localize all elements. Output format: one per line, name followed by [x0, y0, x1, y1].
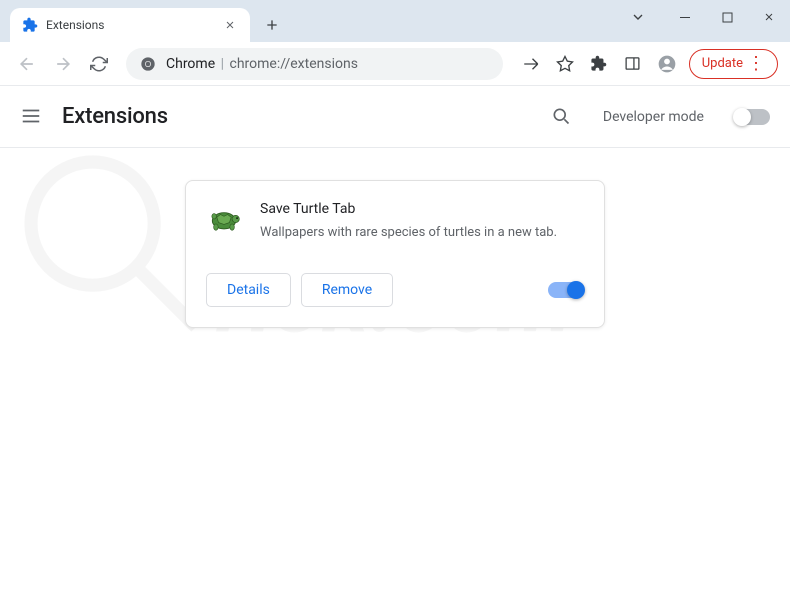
update-button[interactable]: Update ⋮ — [689, 49, 778, 79]
profile-icon[interactable] — [651, 48, 683, 80]
back-button[interactable] — [12, 49, 42, 79]
tab-title: Extensions — [46, 18, 214, 32]
toolbar-right: Update ⋮ — [515, 48, 778, 80]
extensions-content: Save Turtle Tab Wallpapers with rare spe… — [0, 148, 790, 360]
extension-info: Save Turtle Tab Wallpapers with rare spe… — [260, 201, 584, 243]
developer-mode-label: Developer mode — [603, 109, 704, 125]
toggle-knob — [567, 281, 585, 299]
extension-card: Save Turtle Tab Wallpapers with rare spe… — [185, 180, 605, 328]
chrome-logo-icon — [140, 56, 156, 72]
details-button[interactable]: Details — [206, 273, 291, 307]
share-icon[interactable] — [515, 48, 547, 80]
side-panel-icon[interactable] — [617, 48, 649, 80]
developer-mode-toggle[interactable] — [734, 109, 770, 125]
chevron-down-icon[interactable] — [622, 1, 654, 33]
browser-tab[interactable]: Extensions — [10, 8, 250, 42]
extension-enable-toggle[interactable] — [548, 282, 584, 298]
reload-button[interactable] — [84, 49, 114, 79]
browser-toolbar: Chrome | chrome://extensions Update ⋮ — [0, 42, 790, 86]
new-tab-button[interactable] — [258, 11, 286, 39]
card-actions: Details Remove — [186, 259, 604, 327]
close-window-button[interactable] — [748, 0, 790, 34]
forward-button[interactable] — [48, 49, 78, 79]
extension-description: Wallpapers with rare species of turtles … — [260, 223, 584, 243]
minimize-button[interactable] — [664, 0, 706, 34]
extensions-header: Extensions Developer mode — [0, 86, 790, 148]
search-icon[interactable] — [551, 106, 573, 128]
star-icon[interactable] — [549, 48, 581, 80]
menu-icon[interactable] — [20, 105, 44, 129]
omnibox-text: Chrome | chrome://extensions — [166, 56, 358, 72]
extension-name: Save Turtle Tab — [260, 201, 584, 217]
menu-dots-icon: ⋮ — [747, 55, 765, 73]
maximize-button[interactable] — [706, 0, 748, 34]
remove-button[interactable]: Remove — [301, 273, 393, 307]
puzzle-piece-icon — [22, 17, 38, 33]
close-icon[interactable] — [222, 17, 238, 33]
page-title: Extensions — [62, 104, 168, 129]
toggle-knob — [733, 108, 751, 126]
window-controls — [622, 0, 790, 34]
address-bar[interactable]: Chrome | chrome://extensions — [126, 48, 503, 80]
window-titlebar: Extensions — [0, 0, 790, 42]
extensions-icon[interactable] — [583, 48, 615, 80]
turtle-icon — [206, 201, 242, 237]
card-body: Save Turtle Tab Wallpapers with rare spe… — [186, 181, 604, 259]
